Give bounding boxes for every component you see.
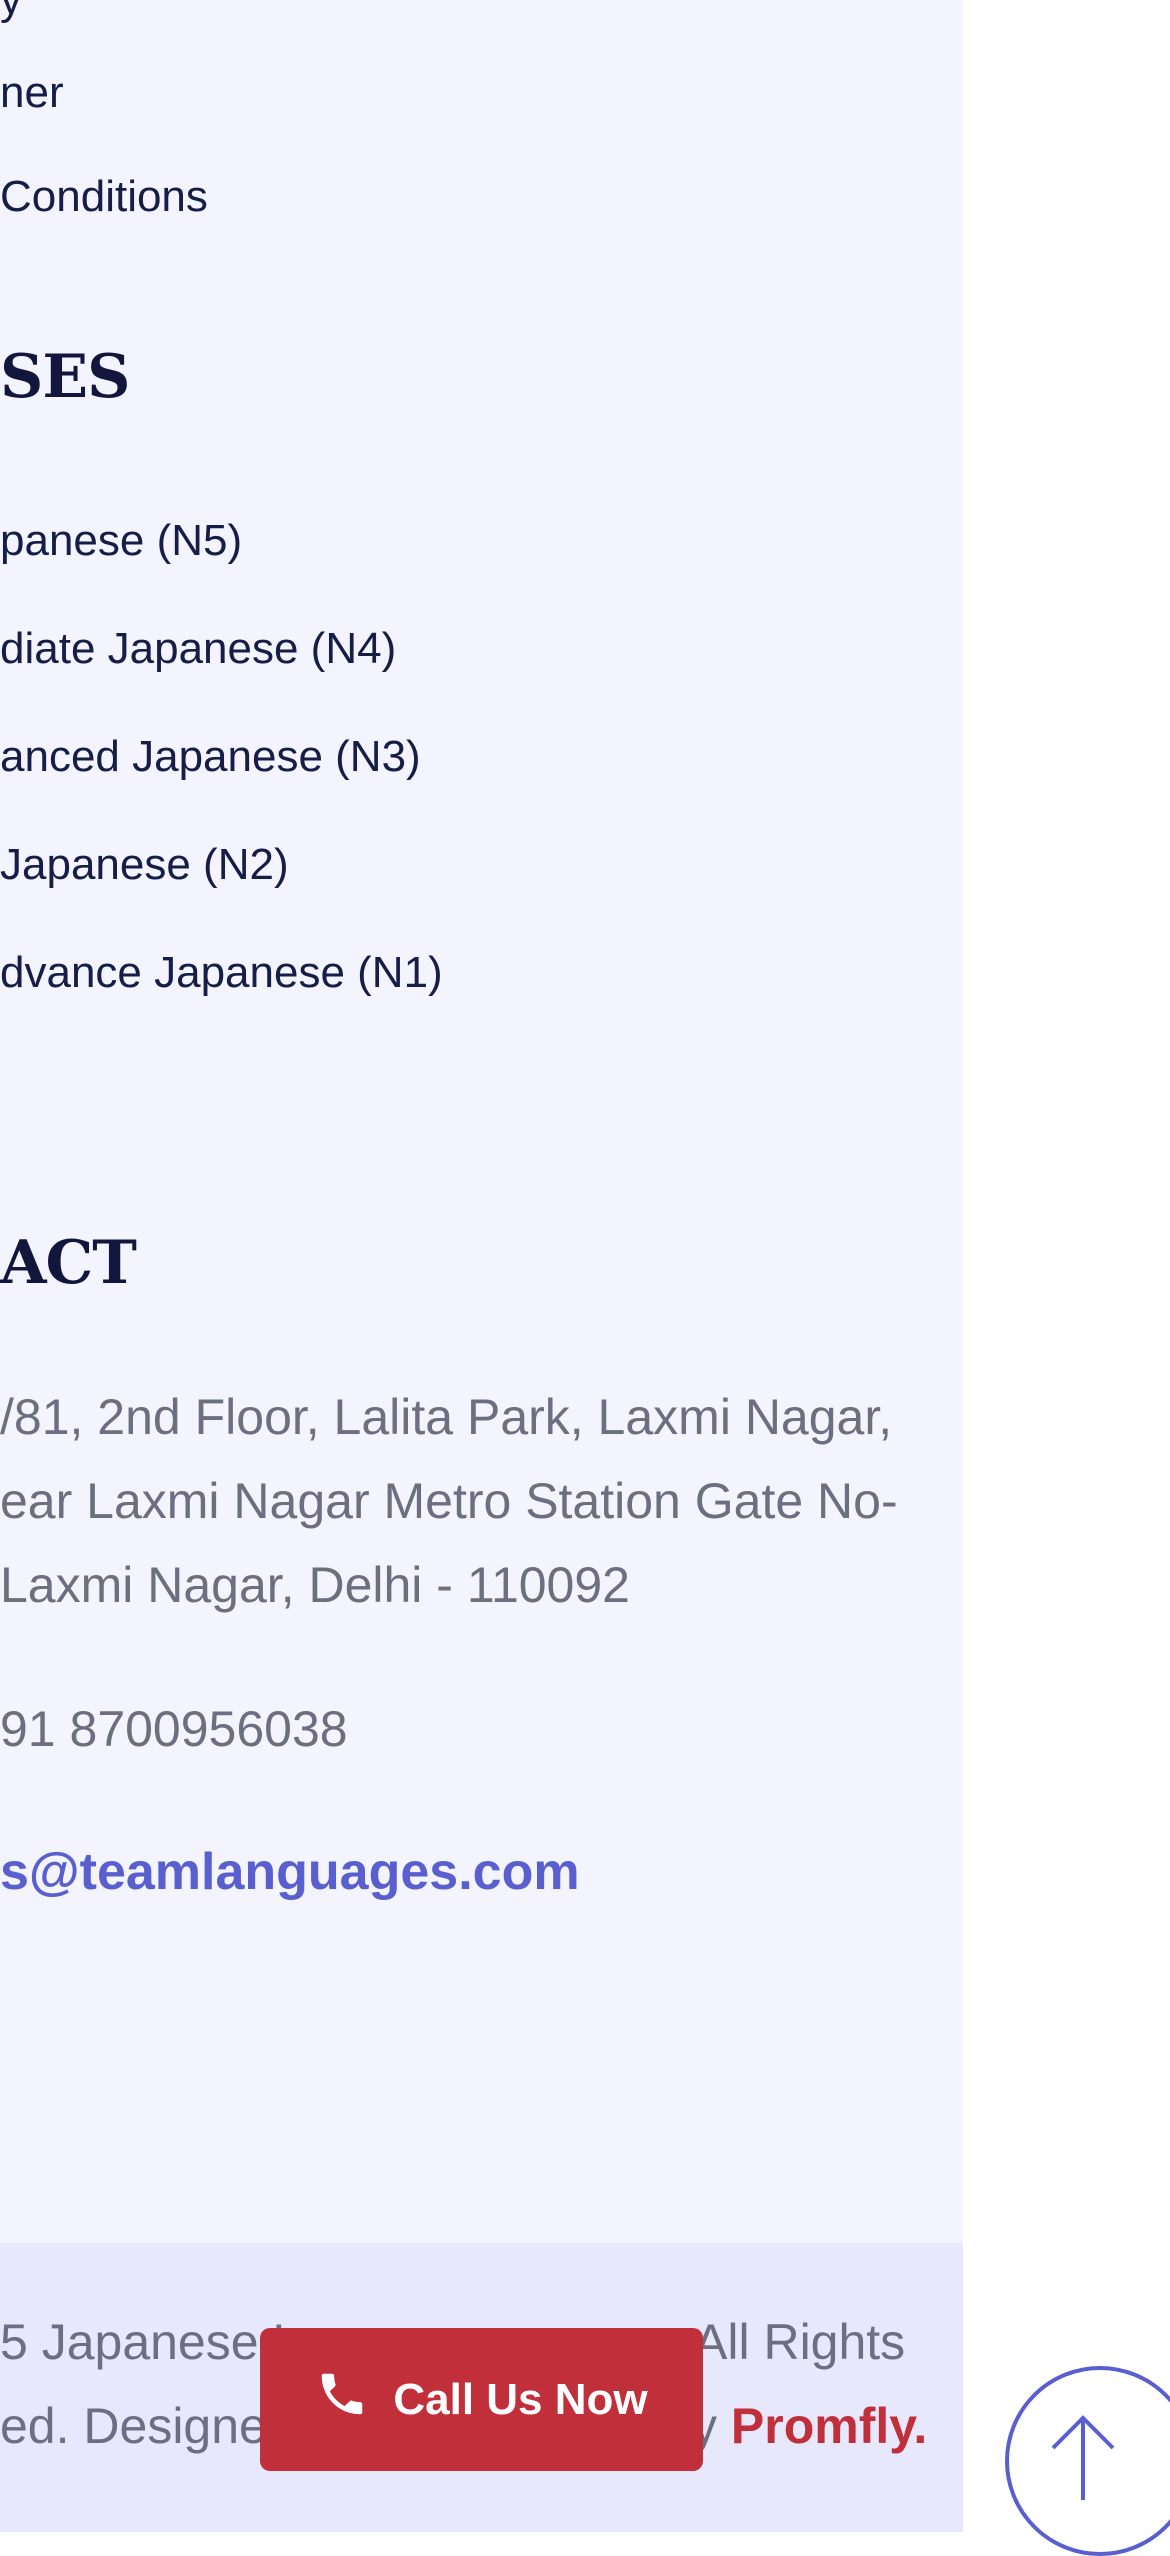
- arrow-up-icon: [1051, 2415, 1115, 2500]
- course-link-n3[interactable]: anced Japanese (N3): [0, 732, 421, 782]
- course-link-n5[interactable]: panese (N5): [0, 516, 242, 566]
- course-link-n1[interactable]: dvance Japanese (N1): [0, 948, 443, 998]
- course-link-n4[interactable]: diate Japanese (N4): [0, 624, 396, 674]
- email-link[interactable]: s@teamlanguages.com: [0, 1842, 580, 1902]
- scroll-to-top-button[interactable]: [1005, 2366, 1170, 2556]
- copyright-left-1: 5 Japanese L: [0, 2314, 301, 2370]
- copyright-left-2: ed. Designe: [0, 2398, 267, 2454]
- page-gutter: [963, 0, 1170, 2532]
- quick-link-partial[interactable]: y: [0, 0, 22, 25]
- address-line-3: Laxmi Nagar, Delhi - 110092: [0, 1557, 630, 1613]
- contact-heading: ACT: [0, 1228, 137, 1298]
- phone-icon: [315, 2366, 369, 2433]
- phone-number[interactable]: 91 8700956038: [0, 1700, 348, 1758]
- call-us-button[interactable]: Call Us Now: [260, 2328, 703, 2471]
- address-line-1: /81, 2nd Floor, Lalita Park, Laxmi Nagar…: [0, 1389, 893, 1445]
- footer-panel: y ner Conditions SES panese (N5) diate J…: [0, 0, 963, 2243]
- quick-link-disclaimer[interactable]: ner: [0, 68, 64, 118]
- quick-link-terms[interactable]: Conditions: [0, 172, 208, 222]
- designer-credit: y Promfly.: [692, 2397, 927, 2455]
- address-line-2: ear Laxmi Nagar Metro Station Gate No-: [0, 1473, 898, 1529]
- copyright-right-1: All Rights: [694, 2314, 906, 2370]
- designer-brand-link[interactable]: Promfly.: [731, 2398, 927, 2454]
- call-us-label: Call Us Now: [393, 2374, 648, 2424]
- courses-heading: SES: [0, 342, 130, 412]
- course-link-n2[interactable]: Japanese (N2): [0, 840, 289, 890]
